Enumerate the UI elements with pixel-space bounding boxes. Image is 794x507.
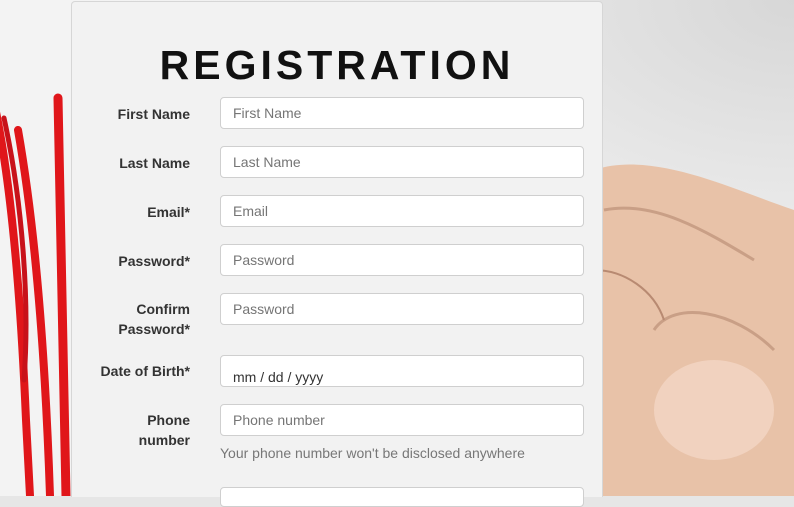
phone-input[interactable] [220, 404, 584, 436]
last-name-label: Last Name [119, 155, 190, 171]
first-name-label: First Name [117, 106, 190, 122]
phone-help-text: Your phone number won't be disclosed any… [220, 445, 525, 461]
phone-label-line2: number [138, 432, 190, 448]
password-input[interactable] [220, 244, 584, 276]
email-input[interactable] [220, 195, 584, 227]
dob-label: Date of Birth* [100, 363, 190, 379]
next-field-input[interactable] [220, 487, 584, 507]
confirm-password-label-line1: Confirm [136, 301, 190, 317]
hand-image [594, 164, 794, 496]
phone-label: Phone number [82, 410, 190, 450]
phone-label-line1: Phone [147, 412, 190, 428]
red-marker-scribble [0, 93, 71, 496]
password-label: Password* [118, 253, 190, 269]
dob-input[interactable]: mm / dd / yyyy [220, 355, 584, 387]
confirm-password-input[interactable] [220, 293, 584, 325]
form-title: REGISTRATION [159, 42, 515, 88]
email-label: Email* [147, 204, 190, 220]
registration-panel: REGISTRATION First Name Last Name Email*… [71, 1, 603, 507]
dob-value: mm / dd / yyyy [233, 369, 324, 385]
confirm-password-label: Confirm Password* [82, 299, 190, 339]
last-name-input[interactable] [220, 146, 584, 178]
confirm-password-label-line2: Password* [118, 321, 190, 337]
first-name-input[interactable] [220, 97, 584, 129]
